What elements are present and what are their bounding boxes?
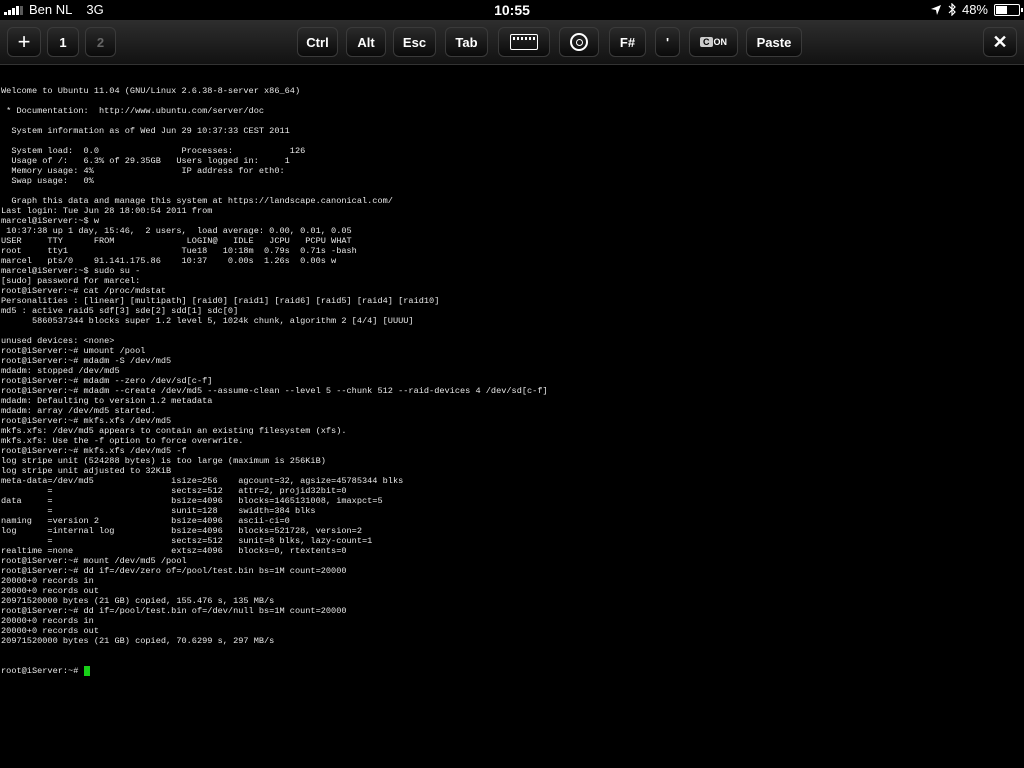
ctrl-on-box: C [700, 37, 713, 47]
terminal-line: Usage of /: 6.3% of 29.35GB Users logged… [1, 156, 290, 166]
terminal-line: root@iServer:~# mdadm -S /dev/md5 [1, 356, 172, 366]
status-bar: Ben NL 3G 10:55 48% [0, 0, 1024, 20]
terminal-line: System information as of Wed Jun 29 10:3… [1, 126, 290, 136]
terminal-toolbar: + 1 2 Ctrl Alt Esc Tab F# ' C ON Paste ✕ [0, 20, 1024, 65]
terminal-line: 5860537344 blocks super 1.2 level 5, 102… [1, 316, 414, 326]
battery-icon [994, 3, 1023, 16]
terminal-line: log stripe unit adjusted to 32KiB [1, 466, 172, 476]
session-tab-1[interactable]: 1 [47, 27, 79, 57]
terminal-line: [sudo] password for marcel: [1, 276, 141, 286]
terminal-line: mkfs.xfs: Use the -f option to force ove… [1, 436, 244, 446]
terminal-line: = sectsz=512 attr=2, projid32bit=0 [1, 486, 347, 496]
terminal-line: root@iServer:~# dd if=/dev/zero of=/pool… [1, 566, 347, 576]
terminal-line: root tty1 Tue18 10:18m 0.79s 0.71s -bash [1, 246, 357, 256]
ctrl-key-button[interactable]: Ctrl [297, 27, 338, 57]
terminal-line: meta-data=/dev/md5 isize=256 agcount=32,… [1, 476, 404, 486]
terminal-line: marcel@iServer:~$ w [1, 216, 99, 226]
terminal-line: root@iServer:~# mdadm --zero /dev/sd[c-f… [1, 376, 213, 386]
terminal-line: root@iServer:~# mount /dev/md5 /pool [1, 556, 187, 566]
terminal-line: root@iServer:~# cat /proc/mdstat [1, 286, 167, 296]
terminal-line: marcel@iServer:~$ sudo su - [1, 266, 141, 276]
ctrl-on-icon: C ON [700, 37, 727, 47]
terminal-line: md5 : active raid5 sdf[3] sde[2] sdd[1] … [1, 306, 239, 316]
keyboard-toggle-button[interactable] [498, 27, 550, 57]
terminal-line: log stripe unit (524288 bytes) is too la… [1, 456, 326, 466]
terminal-line: root@iServer:~# dd if=/pool/test.bin of=… [1, 606, 347, 616]
terminal-lines: Welcome to Ubuntu 11.04 (GNU/Linux 2.6.3… [1, 86, 1024, 646]
terminal-line: unused devices: <none> [1, 336, 115, 346]
terminal-line: System load: 0.0 Processes: 126 [1, 146, 306, 156]
keyboard-icon [510, 34, 538, 50]
terminal-line: mdadm: stopped /dev/md5 [1, 366, 120, 376]
terminal-line: Memory usage: 4% IP address for eth0: [1, 166, 285, 176]
status-right: 48% [930, 2, 1023, 17]
terminal-line: root@iServer:~# mkfs.xfs /dev/md5 [1, 416, 172, 426]
session-tab-2[interactable]: 2 [85, 27, 116, 57]
ctrl-on-text: ON [713, 37, 728, 47]
terminal-line: 20000+0 records in [1, 576, 94, 586]
terminal-line: Last login: Tue Jun 28 18:00:54 2011 fro… [1, 206, 213, 216]
settings-wheel-button[interactable] [559, 27, 599, 57]
terminal-line: mdadm: array /dev/md5 started. [1, 406, 156, 416]
terminal-line: root@iServer:~# mdadm --create /dev/md5 … [1, 386, 548, 396]
terminal-line: Swap usage: 0% [1, 176, 94, 186]
terminal-output[interactable]: Welcome to Ubuntu 11.04 (GNU/Linux 2.6.3… [0, 66, 1024, 768]
terminal-line: = sunit=128 swidth=384 blks [1, 506, 316, 516]
terminal-line: root@iServer:~# mkfs.xfs /dev/md5 -f [1, 446, 187, 456]
location-arrow-icon [930, 4, 941, 15]
terminal-line: 20000+0 records in [1, 616, 94, 626]
terminal-line: USER TTY FROM LOGIN@ IDLE JCPU PCPU WHAT [1, 236, 352, 246]
clock: 10:55 [494, 2, 530, 18]
terminal-line: mdadm: Defaulting to version 1.2 metadat… [1, 396, 213, 406]
add-session-button[interactable]: + [7, 27, 41, 57]
terminal-line: Personalities : [linear] [multipath] [ra… [1, 296, 440, 306]
terminal-line: mkfs.xfs: /dev/md5 appears to contain an… [1, 426, 347, 436]
terminal-prompt: root@iServer:~# [1, 666, 84, 676]
quote-key-button[interactable]: ' [655, 27, 680, 57]
terminal-line: = sectsz=512 sunit=8 blks, lazy-count=1 [1, 536, 373, 546]
terminal-line: log =internal log bsize=4096 blocks=5217… [1, 526, 362, 536]
terminal-line: 20971520000 bytes (21 GB) copied, 155.47… [1, 596, 275, 606]
terminal-line: * Documentation: http://www.ubuntu.com/s… [1, 106, 265, 116]
terminal-cursor [83, 666, 90, 676]
terminal-line: 20000+0 records out [1, 626, 99, 636]
terminal-prompt-line: root@iServer:~# [1, 666, 1024, 676]
esc-key-button[interactable]: Esc [393, 27, 436, 57]
alt-key-button[interactable]: Alt [346, 27, 386, 57]
paste-button[interactable]: Paste [746, 27, 802, 57]
bluetooth-icon [948, 3, 956, 16]
terminal-line: 20971520000 bytes (21 GB) copied, 70.629… [1, 636, 275, 646]
steering-wheel-icon [570, 33, 588, 51]
close-session-button[interactable]: ✕ [983, 27, 1017, 57]
ctrl-on-toggle-button[interactable]: C ON [689, 27, 738, 57]
terminal-line: marcel pts/0 91.141.175.86 10:37 0.00s 1… [1, 256, 337, 266]
battery-percent: 48% [961, 2, 988, 17]
terminal-line: realtime =none extsz=4096 blocks=0, rtex… [1, 546, 347, 556]
function-keys-button[interactable]: F# [609, 27, 646, 57]
terminal-line: Welcome to Ubuntu 11.04 (GNU/Linux 2.6.3… [1, 86, 301, 96]
terminal-line: Graph this data and manage this system a… [1, 196, 393, 206]
terminal-line: 20000+0 records out [1, 586, 99, 596]
terminal-line: root@iServer:~# umount /pool [1, 346, 146, 356]
terminal-line: 10:37:38 up 1 day, 15:46, 2 users, load … [1, 226, 352, 236]
tab-key-button[interactable]: Tab [445, 27, 488, 57]
terminal-line: naming =version 2 bsize=4096 ascii-ci=0 [1, 516, 290, 526]
terminal-line: data = bsize=4096 blocks=1465131008, ima… [1, 496, 383, 506]
